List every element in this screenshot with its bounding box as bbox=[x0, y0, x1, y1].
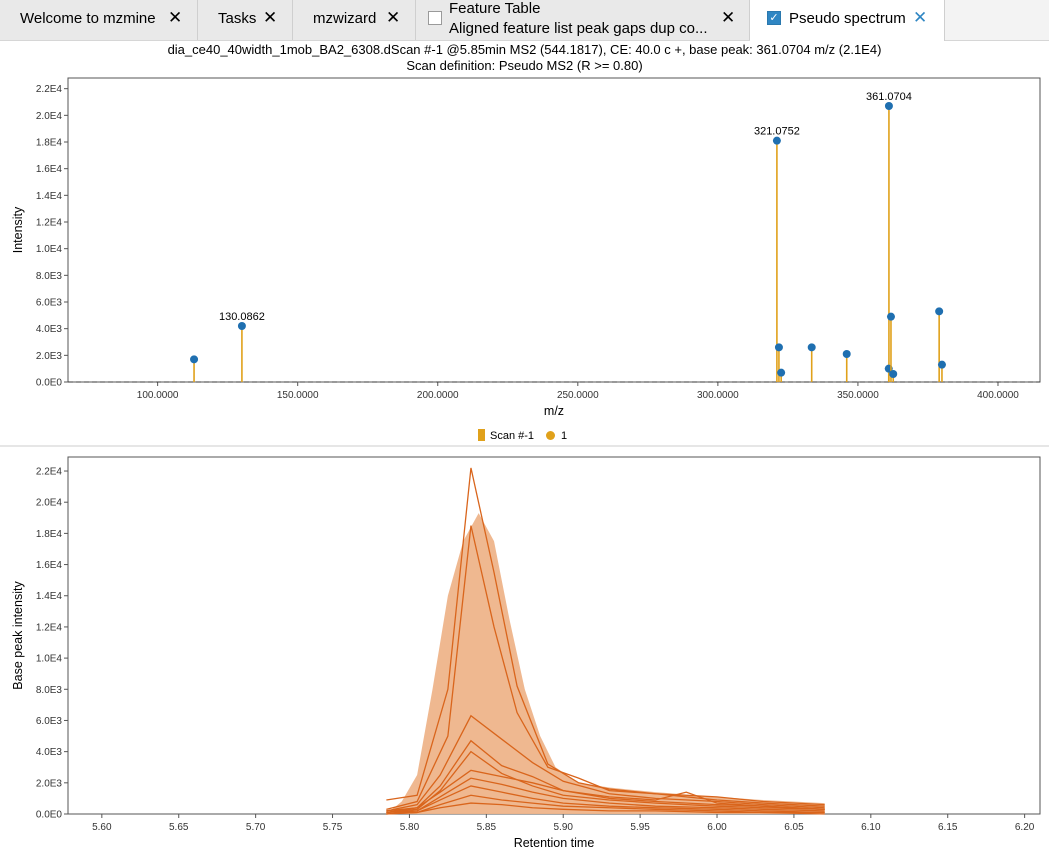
close-icon[interactable]: ✕ bbox=[386, 8, 400, 28]
chromatogram-y-tick-label: 1.2E4 bbox=[36, 622, 63, 633]
legend-points-label: 1 bbox=[561, 430, 568, 442]
chromatogram-x-tick-label: 5.75 bbox=[323, 822, 343, 833]
legend-series-label: Scan #-1 bbox=[490, 430, 535, 442]
chart-legend: Scan #-1 1 bbox=[478, 429, 567, 442]
spectrum-peak-point bbox=[777, 368, 786, 377]
spectrum-peak-point bbox=[772, 136, 781, 145]
chromatogram-x-axis-label: Retention time bbox=[514, 836, 595, 850]
tab-checkbox-checked-icon[interactable]: ✓ bbox=[767, 11, 781, 25]
chromatogram-x-tick-label: 5.80 bbox=[400, 822, 420, 833]
spectrum-y-tick-label: 1.8E4 bbox=[36, 138, 63, 149]
spectrum-peak-point bbox=[889, 370, 898, 378]
close-icon[interactable]: ✕ bbox=[263, 8, 277, 28]
tab-feature-table-label: Feature Table bbox=[449, 0, 541, 17]
spectrum-peak-point bbox=[937, 360, 946, 369]
chromatogram-y-tick-label: 1.6E4 bbox=[36, 560, 63, 571]
legend-point-swatch bbox=[546, 431, 556, 440]
tab-pseudo-spectrum-label: Pseudo spectrum bbox=[789, 10, 906, 27]
tab-welcome-label: Welcome to mzmine bbox=[20, 10, 156, 27]
spectrum-y-axis-label: Intensity bbox=[11, 206, 25, 253]
chromatogram-y-tick-label: 0.0E0 bbox=[36, 810, 63, 821]
chromatogram-y-tick-label: 2.0E4 bbox=[36, 498, 63, 509]
tab-pseudo-spectrum[interactable]: ✓ Pseudo spectrum ✕ bbox=[750, 0, 945, 41]
spectrum-y-tick-label: 2.2E4 bbox=[36, 84, 63, 95]
chromatogram-x-tick-label: 6.20 bbox=[1015, 822, 1035, 833]
spectrum-y-tick-label: 0.0E0 bbox=[36, 378, 63, 389]
spectrum-y-tick-label: 6.0E3 bbox=[36, 298, 63, 309]
tab-checkbox[interactable] bbox=[428, 11, 442, 25]
chromatogram-y-tick-label: 2.0E3 bbox=[36, 778, 63, 789]
spectrum-y-tick-label: 2.0E4 bbox=[36, 111, 63, 122]
chromatogram-x-tick-label: 5.85 bbox=[477, 822, 497, 833]
tab-bar: Welcome to mzmine ✕ Tasks ✕ mzwizard ✕ F… bbox=[0, 0, 1049, 41]
chromatogram-y-tick-label: 1.0E4 bbox=[36, 654, 63, 665]
tab-feature-table[interactable]: Feature Table Aligned feature list peak … bbox=[416, 0, 750, 40]
chromatogram-x-tick-label: 5.70 bbox=[246, 822, 266, 833]
spectrum-y-tick-label: 2.0E3 bbox=[36, 351, 63, 362]
spectrum-x-tick-label: 200.0000 bbox=[417, 390, 459, 401]
chromatogram-x-tick-label: 5.65 bbox=[169, 822, 189, 833]
close-icon[interactable]: ✕ bbox=[168, 8, 182, 28]
spectrum-peak-point bbox=[884, 102, 893, 110]
spectrum-y-tick-label: 1.6E4 bbox=[36, 164, 63, 175]
close-icon[interactable]: ✕ bbox=[721, 8, 735, 28]
spectrum-x-tick-label: 150.0000 bbox=[277, 390, 319, 401]
panel-divider[interactable] bbox=[0, 445, 1049, 447]
chromatogram-x-tick-label: 6.05 bbox=[784, 822, 804, 833]
spectrum-chart[interactable]: 0.0E0 2.0E3 4.0E3 6.0E3 8.0E3 1.0E4 1.2E4 1.4E4… bbox=[0, 40, 1049, 420]
spectrum-y-tick-label: 1.4E4 bbox=[36, 191, 63, 202]
close-icon[interactable]: ✕ bbox=[913, 8, 927, 28]
spectrum-y-tick-label: 4.0E3 bbox=[36, 324, 63, 335]
spectrum-peak-label: 321.0752 bbox=[754, 126, 800, 138]
spectrum-peak-point bbox=[237, 322, 246, 330]
chromatogram-y-tick-label: 4.0E3 bbox=[36, 747, 63, 758]
spectrum-x-tick-label: 400.0000 bbox=[977, 390, 1019, 401]
chromatogram-x-tick-label: 5.95 bbox=[630, 822, 650, 833]
chromatogram-x-tick-label: 6.10 bbox=[861, 822, 881, 833]
tab-feature-table-sublabel: Aligned feature list peak gaps dup co... bbox=[449, 20, 708, 37]
chromatogram-y-tick-label: 1.8E4 bbox=[36, 529, 63, 540]
chromatogram-chart[interactable]: 0.0E0 2.0E3 4.0E3 6.0E3 8.0E3 1.0E4 1.2E4 1.4E4… bbox=[0, 449, 1049, 857]
tab-mzwizard[interactable]: mzwizard ✕ bbox=[293, 0, 416, 40]
chromatogram-plot-frame bbox=[67, 456, 1041, 815]
spectrum-y-tick-label: 8.0E3 bbox=[36, 271, 63, 282]
chromatogram-y-tick-label: 8.0E3 bbox=[36, 685, 63, 696]
spectrum-peak-point bbox=[774, 343, 783, 352]
chromatogram-y-tick-label: 2.2E4 bbox=[36, 467, 63, 478]
chromatogram-x-tick-label: 6.15 bbox=[938, 822, 958, 833]
spectrum-y-tick-label: 1.0E4 bbox=[36, 244, 63, 255]
spectrum-y-tick-label: 1.2E4 bbox=[36, 218, 63, 229]
chromatogram-x-tick-label: 5.60 bbox=[92, 822, 112, 833]
chromatogram-x-tick-label: 6.00 bbox=[707, 822, 727, 833]
spectrum-peak-label: 361.0704 bbox=[866, 91, 912, 103]
spectrum-peak-point bbox=[190, 355, 199, 364]
spectrum-x-tick-label: 100.0000 bbox=[137, 390, 179, 401]
chromatogram-y-axis-label: Base peak intensity bbox=[11, 581, 25, 690]
spectrum-x-tick-label: 300.0000 bbox=[697, 390, 739, 401]
spectrum-peak-label: 130.0862 bbox=[219, 311, 265, 323]
tab-mzwizard-label: mzwizard bbox=[313, 10, 377, 27]
spectrum-peak-point bbox=[935, 307, 944, 316]
legend-bar-swatch bbox=[478, 429, 485, 441]
spectrum-x-tick-label: 350.0000 bbox=[837, 390, 879, 401]
spectrum-peak-point bbox=[842, 350, 851, 358]
spectrum-x-axis-label: m/z bbox=[544, 404, 564, 418]
tab-welcome[interactable]: Welcome to mzmine ✕ bbox=[0, 0, 198, 40]
spectrum-plot-frame bbox=[67, 77, 1041, 383]
spectrum-peak-point bbox=[886, 312, 895, 321]
chromatogram-y-tick-label: 6.0E3 bbox=[36, 716, 63, 727]
chromatogram-x-tick-label: 5.90 bbox=[553, 822, 573, 833]
tab-tasks[interactable]: Tasks ✕ bbox=[198, 0, 293, 40]
spectrum-peak-point bbox=[807, 343, 816, 352]
tab-tasks-label: Tasks bbox=[218, 10, 257, 27]
spectrum-x-tick-label: 250.0000 bbox=[557, 390, 599, 401]
chromatogram-y-tick-label: 1.4E4 bbox=[36, 591, 63, 602]
